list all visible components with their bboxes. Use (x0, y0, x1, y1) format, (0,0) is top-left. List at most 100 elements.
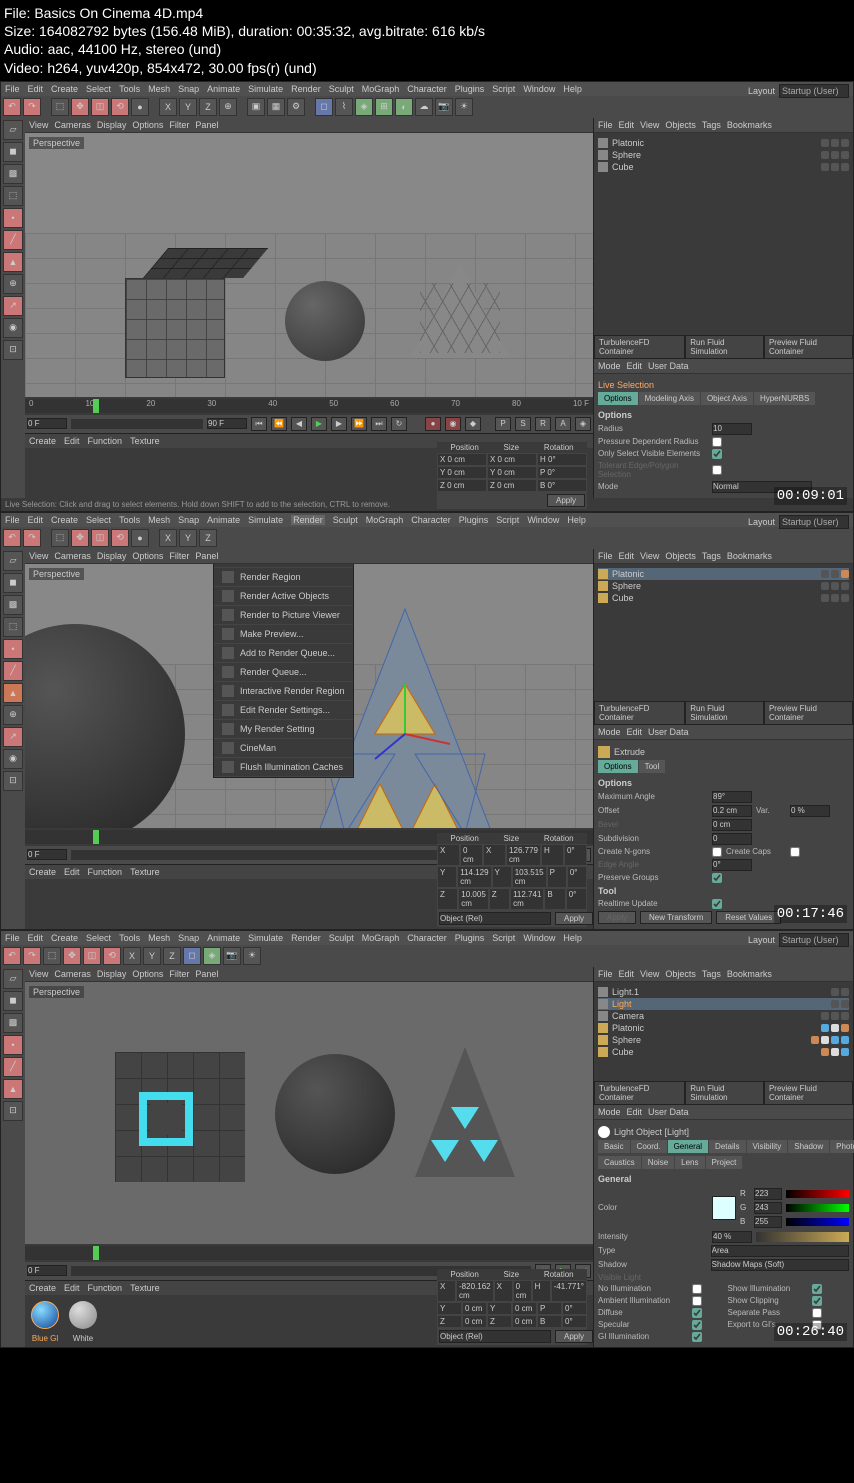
red-slider[interactable] (786, 1190, 849, 1198)
frame-end-input[interactable] (207, 418, 247, 429)
goto-end-icon[interactable]: ⏭ (371, 417, 387, 431)
menu-plugins[interactable]: Plugins (455, 933, 485, 943)
frame-start-input[interactable] (27, 418, 67, 429)
type-dropdown[interactable] (711, 1245, 849, 1257)
model-mode-icon[interactable]: ◼ (3, 991, 23, 1011)
axis-y-icon[interactable]: Y (179, 529, 197, 547)
scale-icon[interactable]: ◫ (83, 947, 101, 965)
model-mode-icon[interactable]: ◼ (3, 573, 23, 593)
point-mode-icon[interactable]: • (3, 639, 23, 659)
undo-icon[interactable]: ↶ (3, 529, 21, 547)
loop-icon[interactable]: ↻ (391, 417, 407, 431)
tab-options[interactable]: Options (598, 760, 638, 773)
diffuse-checkbox[interactable] (692, 1308, 702, 1318)
tab-preview[interactable]: Preview Fluid Container (764, 335, 853, 359)
vp-options[interactable]: Options (132, 551, 163, 561)
last-tool-icon[interactable]: ● (131, 98, 149, 116)
menu-simulate[interactable]: Simulate (248, 933, 283, 943)
menu-create[interactable]: Create (51, 84, 78, 94)
prev-key-icon[interactable]: ⏪ (271, 417, 287, 431)
tab-function[interactable]: Function (88, 436, 123, 446)
tab-details[interactable]: Details (709, 1140, 745, 1153)
menu-make-preview[interactable]: Make Preview... (214, 625, 353, 644)
am-mode[interactable]: Mode (598, 1107, 621, 1117)
object-rel-dropdown[interactable] (439, 912, 551, 925)
axis-x-icon[interactable]: X (123, 947, 141, 965)
prev-frame-icon[interactable]: ◀ (291, 417, 307, 431)
play-icon[interactable]: ▶ (311, 417, 327, 431)
material-blue-glass[interactable] (31, 1301, 59, 1329)
edge-mode-icon[interactable]: ╱ (3, 1057, 23, 1077)
timeline[interactable]: 0 10 20 30 40 50 60 70 80 10 F (25, 397, 593, 415)
radius-input[interactable] (712, 423, 752, 435)
offset-input[interactable] (712, 805, 752, 817)
menu-mograph[interactable]: MoGraph (362, 933, 400, 943)
edge-mode-icon[interactable]: ╱ (3, 230, 23, 250)
workplane-icon[interactable]: ⬚ (3, 617, 23, 637)
move-icon[interactable]: ✥ (71, 529, 89, 547)
sphere-object[interactable] (275, 1054, 395, 1174)
tab-noise[interactable]: Noise (642, 1156, 674, 1169)
tab-tfd-container[interactable]: TurbulenceFD Container (594, 1081, 685, 1105)
tree-item-platonic[interactable]: Platonic (598, 137, 849, 149)
menu-create[interactable]: Create (51, 933, 78, 943)
menu-help[interactable]: Help (567, 515, 586, 525)
cube-object[interactable] (125, 278, 225, 378)
menu-select[interactable]: Select (86, 515, 111, 525)
texture-mode-icon[interactable]: ▩ (3, 1013, 23, 1033)
menu-animate[interactable]: Animate (207, 933, 240, 943)
ngons-checkbox[interactable] (712, 847, 722, 857)
tab-tfd-container[interactable]: TurbulenceFD Container (594, 701, 685, 725)
tree-item-platonic[interactable]: Platonic (598, 1022, 849, 1034)
menu-add-queue[interactable]: Add to Render Queue... (214, 644, 353, 663)
menu-sculpt[interactable]: Sculpt (329, 933, 354, 943)
coord-system-icon[interactable]: ⊕ (219, 98, 237, 116)
vp-view[interactable]: View (29, 120, 48, 130)
make-editable-icon[interactable]: ▱ (3, 969, 23, 989)
menu-edit[interactable]: Edit (28, 84, 44, 94)
tab-coord[interactable]: Coord. (631, 1140, 667, 1153)
menu-render[interactable]: Render (291, 515, 325, 525)
light-icon[interactable]: ☀ (455, 98, 473, 116)
vp-display[interactable]: Display (97, 551, 127, 561)
timeline[interactable] (25, 1244, 593, 1262)
tab-basic[interactable]: Basic (598, 1140, 630, 1153)
render-pv-icon[interactable]: ▦ (267, 98, 285, 116)
snap-icon[interactable]: ⊡ (3, 1101, 23, 1121)
tree-item-sphere[interactable]: Sphere (598, 580, 849, 592)
menu-plugins[interactable]: Plugins (459, 515, 489, 525)
axis-mode-icon[interactable]: ⊕ (3, 274, 23, 294)
ambient-checkbox[interactable] (692, 1296, 702, 1306)
autokey-icon[interactable]: ◉ (445, 417, 461, 431)
om-view[interactable]: View (640, 551, 659, 561)
tree-item-light1[interactable]: Light.1 (598, 986, 849, 998)
tab-create[interactable]: Create (29, 436, 56, 446)
menu-character[interactable]: Character (407, 933, 447, 943)
nurbs-icon[interactable]: ◈ (203, 947, 221, 965)
axis-mode-icon[interactable]: ⊕ (3, 705, 23, 725)
menu-my-setting[interactable]: My Render Setting (214, 720, 353, 739)
showillum-checkbox[interactable] (812, 1284, 822, 1294)
tree-item-cube[interactable]: Cube (598, 592, 849, 604)
color-b-input[interactable] (754, 1216, 782, 1228)
var-input[interactable] (790, 805, 830, 817)
menu-flush[interactable]: Flush Illumination Caches (214, 758, 353, 777)
vp-options[interactable]: Options (132, 969, 163, 979)
next-frame-icon[interactable]: ▶ (331, 417, 347, 431)
om-objects[interactable]: Objects (665, 120, 696, 130)
axis-y-icon[interactable]: Y (179, 98, 197, 116)
vp-cameras[interactable]: Cameras (54, 120, 91, 130)
tab-function[interactable]: Function (88, 1283, 123, 1293)
polygon-mode-icon[interactable]: ▲ (3, 252, 23, 272)
move-icon[interactable]: ✥ (71, 98, 89, 116)
maxangle-input[interactable] (712, 791, 752, 803)
separate-checkbox[interactable] (812, 1308, 822, 1318)
cube-primitive-icon[interactable]: ◻ (315, 98, 333, 116)
am-mode[interactable]: Mode (598, 361, 621, 371)
bevel-input[interactable] (712, 819, 752, 831)
om-edit[interactable]: Edit (619, 969, 635, 979)
menu-help[interactable]: Help (563, 933, 582, 943)
last-tool-icon[interactable]: ● (131, 529, 149, 547)
realtime-checkbox[interactable] (712, 899, 722, 909)
menu-render-pv[interactable]: Render to Picture Viewer (214, 606, 353, 625)
